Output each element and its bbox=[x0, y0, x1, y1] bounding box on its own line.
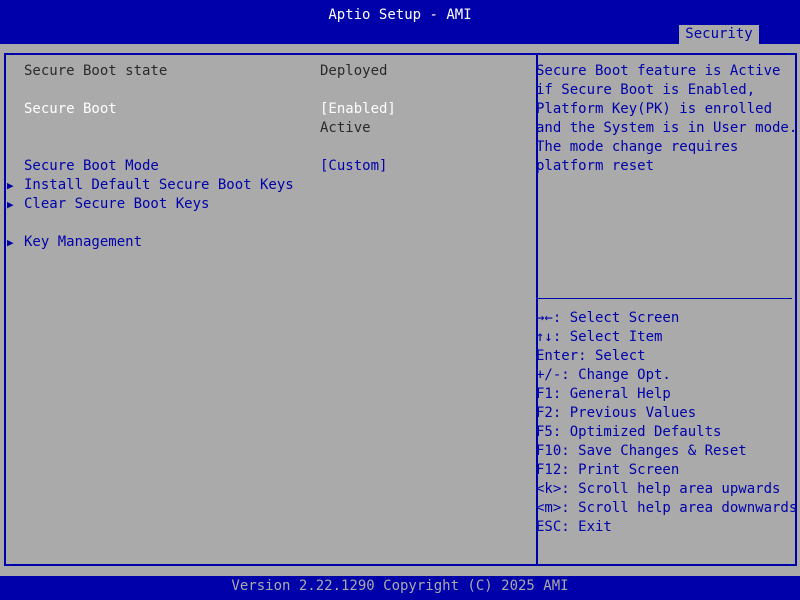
help-line: if Secure Boot is Enabled, bbox=[536, 82, 756, 98]
triangle-right-icon: ▶ bbox=[7, 236, 14, 249]
title-bar: Aptio Setup - AMI Security bbox=[0, 0, 800, 44]
submenu-clear-keys[interactable]: Clear Secure Boot Keys bbox=[24, 195, 209, 214]
key-hint: F10: Save Changes & Reset bbox=[536, 443, 747, 459]
submenu-key-management[interactable]: Key Management bbox=[24, 233, 142, 252]
app-title: Aptio Setup - AMI bbox=[328, 7, 472, 23]
secure-boot-value[interactable]: [Enabled] bbox=[320, 100, 396, 119]
key-hint: F1: General Help bbox=[536, 386, 671, 402]
version-text: Version 2.22.1290 Copyright (C) 2025 AMI bbox=[231, 578, 569, 594]
key-hint: <m>: Scroll help area downwards bbox=[536, 500, 798, 516]
help-line: platform reset bbox=[536, 158, 655, 174]
help-line: The mode change requires bbox=[536, 139, 739, 155]
key-hint: Enter: Select bbox=[536, 348, 646, 364]
key-hint: →←: Select Screen bbox=[536, 310, 680, 326]
help-line: Secure Boot feature is Active bbox=[536, 63, 781, 79]
secure-boot-state-label: Secure Boot state bbox=[24, 63, 168, 79]
key-hint: F5: Optimized Defaults bbox=[536, 424, 722, 440]
footer-bar: Version 2.22.1290 Copyright (C) 2025 AMI bbox=[0, 576, 800, 600]
secure-boot-mode-label[interactable]: Secure Boot Mode bbox=[24, 157, 159, 176]
secure-boot-state-value: Deployed bbox=[320, 63, 388, 79]
help-line: and the System is in User mode. bbox=[536, 120, 798, 136]
triangle-right-icon: ▶ bbox=[7, 179, 14, 192]
help-text: Secure Boot feature is Active if Secure … bbox=[536, 62, 798, 176]
key-legend: →←: Select Screen ↑↓: Select Item Enter:… bbox=[536, 309, 797, 537]
triangle-right-icon: ▶ bbox=[7, 198, 14, 211]
key-hint: ESC: Exit bbox=[536, 519, 612, 535]
help-divider bbox=[536, 298, 792, 299]
submenu-install-default-keys[interactable]: Install Default Secure Boot Keys bbox=[24, 176, 294, 195]
key-hint: +/-: Change Opt. bbox=[536, 367, 671, 383]
key-hint: F2: Previous Values bbox=[536, 405, 697, 421]
secure-boot-label[interactable]: Secure Boot bbox=[24, 100, 117, 119]
key-hint: F12: Print Screen bbox=[536, 462, 680, 478]
bios-screen: Aptio Setup - AMI Security Secure Boot s… bbox=[0, 0, 800, 600]
secure-boot-mode-value[interactable]: [Custom] bbox=[320, 157, 387, 176]
tab-security[interactable]: Security bbox=[679, 25, 759, 44]
key-hint: <k>: Scroll help area upwards bbox=[536, 481, 781, 497]
help-line: Platform Key(PK) is enrolled bbox=[536, 101, 773, 117]
key-hint: ↑↓: Select Item bbox=[536, 329, 663, 345]
secure-boot-status: Active bbox=[320, 120, 371, 136]
